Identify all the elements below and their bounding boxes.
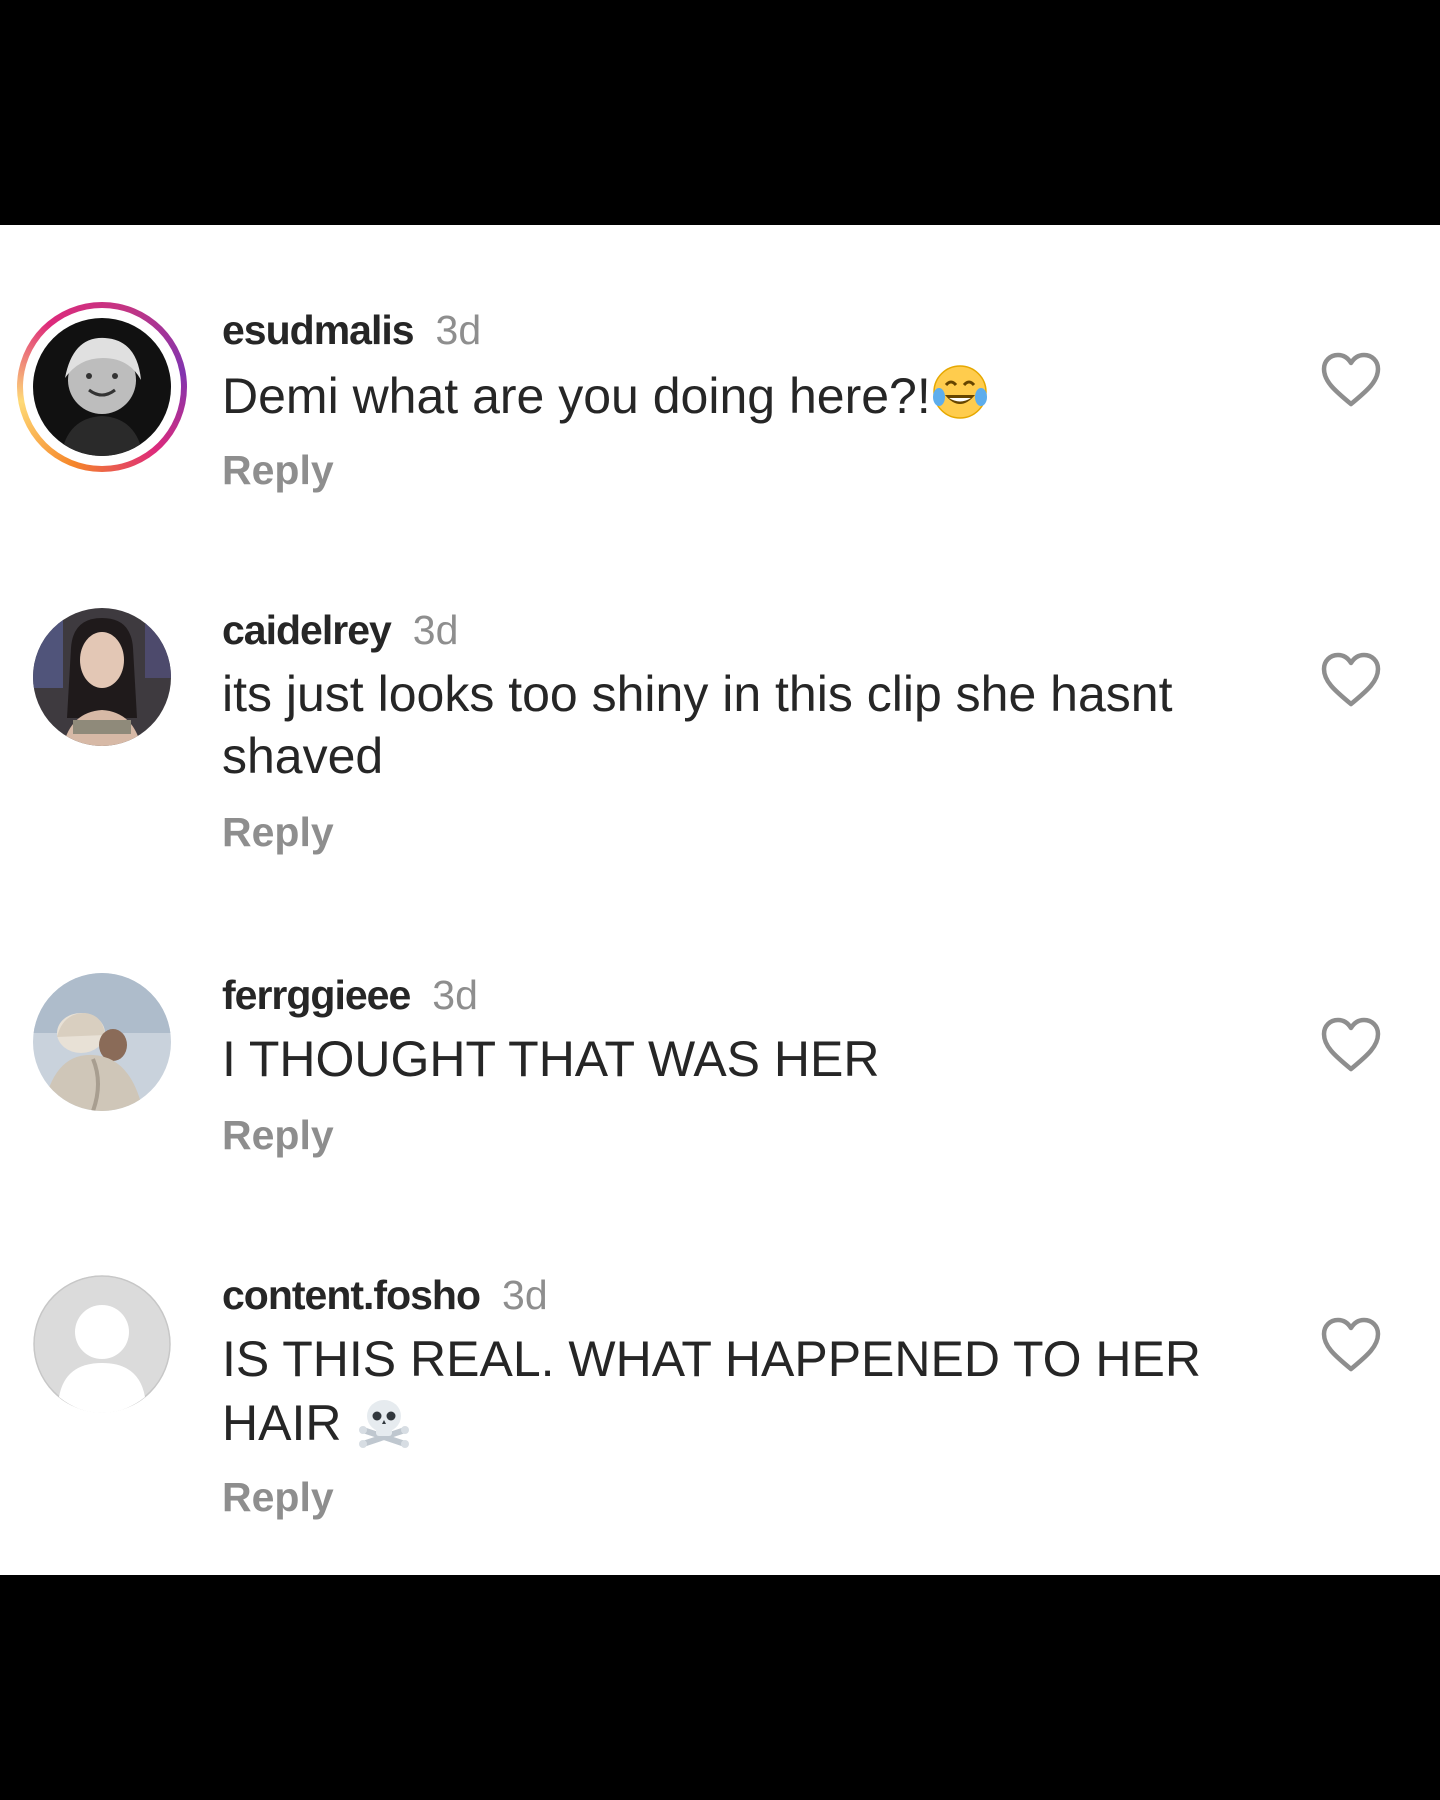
face-with-tears-of-joy-icon xyxy=(932,365,987,419)
comment-meta: content.fosho 3d xyxy=(222,1270,548,1320)
skull-and-crossbones-icon xyxy=(359,1400,410,1448)
comments-panel: esudmalis 3d Demi what are you doing here… xyxy=(0,225,1440,1575)
heart-icon[interactable] xyxy=(1320,352,1382,408)
username-link[interactable]: content.fosho xyxy=(222,1272,481,1318)
comment-text: I THOUGHT THAT WAS HER xyxy=(222,1031,880,1087)
username-link[interactable]: esudmalis xyxy=(222,307,415,353)
story-ring[interactable] xyxy=(17,302,187,472)
username-link[interactable]: caidelrey xyxy=(222,607,392,653)
avatar-frame xyxy=(33,973,171,1111)
comment-text: Demi what are you doing here?! xyxy=(222,363,1262,427)
avatar[interactable] xyxy=(33,318,171,456)
avatar[interactable] xyxy=(33,1275,171,1413)
username-link[interactable]: ferrggieee xyxy=(222,972,411,1018)
avatar-frame xyxy=(33,608,171,746)
timestamp: 3d xyxy=(435,307,482,353)
reply-button[interactable]: Reply xyxy=(222,445,334,495)
avatar[interactable] xyxy=(33,608,171,746)
heart-icon[interactable] xyxy=(1320,652,1382,708)
comment-text: IS THIS REAL. WHAT HAPPENED TO HER HAIR xyxy=(222,1331,1201,1451)
heart-icon[interactable] xyxy=(1320,1317,1382,1373)
comment-meta: ferrggieee 3d xyxy=(222,970,478,1020)
avatar[interactable] xyxy=(33,973,171,1111)
reply-button[interactable]: Reply xyxy=(222,1472,334,1522)
reply-button[interactable]: Reply xyxy=(222,1110,334,1160)
timestamp: 3d xyxy=(502,1272,548,1318)
comment-meta: esudmalis 3d xyxy=(222,305,481,355)
heart-icon[interactable] xyxy=(1320,1017,1382,1073)
reply-button[interactable]: Reply xyxy=(222,807,334,857)
avatar-frame xyxy=(33,1275,171,1413)
comment-meta: caidelrey 3d xyxy=(222,605,458,655)
timestamp: 3d xyxy=(412,607,459,653)
comment-text: its just looks too shiny in this clip sh… xyxy=(222,666,1173,784)
timestamp: 3d xyxy=(432,972,478,1018)
